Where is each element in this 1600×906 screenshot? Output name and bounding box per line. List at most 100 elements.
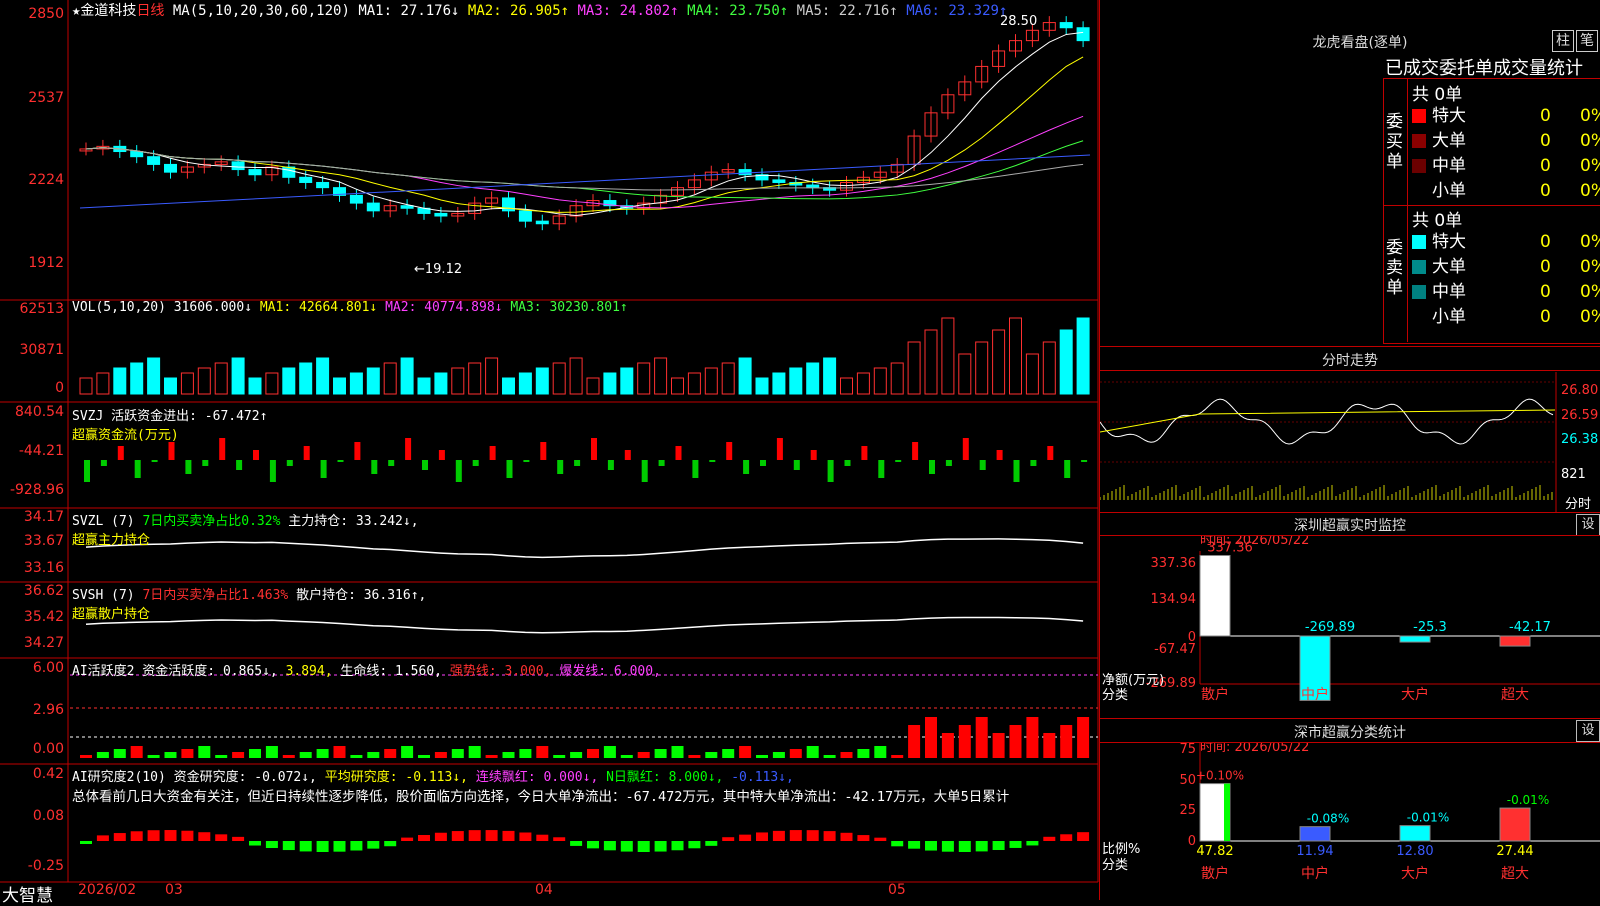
fund-flow-bar — [607, 460, 614, 470]
activity-bar — [1077, 717, 1090, 758]
research-bar — [857, 835, 870, 841]
activity-bar — [502, 752, 515, 758]
fund-flow-bar — [117, 446, 124, 460]
monitor-tick: 337.36 — [1151, 556, 1197, 571]
volume-bar — [586, 377, 600, 395]
research-bar — [739, 834, 752, 841]
candle — [164, 163, 177, 173]
axis-tick-label: -928.96 — [9, 482, 64, 498]
svzj-header: SVZJ 活跃资金进出: -67.472↑ 超赢资金流(万元) — [72, 405, 267, 443]
volume-bar — [738, 357, 752, 395]
fund-flow-bar — [996, 450, 1003, 460]
svsh-ratio: 7日内买卖净占比1.463% — [142, 588, 289, 603]
volume-bar — [316, 357, 330, 395]
fund-flow-bar — [929, 460, 935, 474]
fund-flow-bar — [743, 460, 750, 474]
research-bar — [1043, 836, 1056, 841]
candle — [400, 205, 414, 209]
volume-bar — [823, 357, 837, 395]
order-row: 大单 0 0% — [1412, 129, 1600, 153]
svsh-header: SVSH (7) 7日内买卖净占比1.463% 散户持仓: 36.316↑, 超… — [72, 584, 426, 622]
indicator-value: 31606.000↓ — [173, 300, 253, 315]
research-bar — [316, 841, 329, 852]
activity-bar — [772, 752, 785, 758]
monitor-tick: 134.94 — [1151, 592, 1197, 607]
intraday-tick: 821 — [1561, 467, 1586, 482]
activity-bar — [451, 749, 464, 758]
activity-bar — [249, 749, 261, 758]
vol-title: VOL(5,10,20) — [72, 300, 166, 315]
fund-flow-bar — [793, 460, 800, 470]
order-count: 0 — [1540, 307, 1551, 327]
activity-bar — [1009, 725, 1022, 758]
fund-flow-bar — [422, 460, 428, 470]
activity-bar — [316, 749, 329, 758]
fund-flow-bar — [827, 460, 834, 482]
activity-bar — [756, 755, 768, 758]
fund-flow-bar — [354, 442, 361, 460]
stat-title: 深市超赢分类统计 — [1294, 725, 1406, 741]
volume-bar — [1042, 341, 1056, 395]
tick-mode-button[interactable]: 笔 — [1576, 30, 1598, 52]
volume-bar — [924, 329, 938, 395]
fund-flow-bar — [557, 460, 564, 474]
stat-settings-button[interactable]: 设 — [1576, 720, 1600, 742]
research-bar — [587, 841, 599, 849]
candle — [1059, 22, 1073, 29]
monitor-value: 337.36 — [1207, 541, 1253, 556]
axis-tick-label: 34.27 — [23, 635, 64, 651]
order-stats-tab[interactable]: 已成交委托单成交量统计 — [1385, 54, 1583, 80]
research-bar — [1009, 841, 1022, 848]
fund-flow-bar — [1030, 460, 1037, 466]
research-bar — [603, 841, 616, 851]
candle — [772, 179, 786, 183]
activity-bar — [891, 755, 904, 758]
activity-bar — [688, 755, 701, 758]
research-bar — [451, 831, 464, 841]
research-bar — [519, 832, 532, 841]
candle — [518, 210, 532, 222]
kline-chart-area[interactable] — [0, 0, 1100, 900]
bar-mode-button[interactable]: 柱 — [1552, 30, 1574, 52]
activity-bar — [925, 717, 937, 758]
volume-bar — [299, 362, 313, 395]
axis-tick-label: 0.00 — [32, 741, 64, 757]
candle — [130, 151, 144, 158]
candle — [147, 156, 161, 165]
indicator-value: MA5: 22.716↑ — [788, 3, 898, 19]
activity-bar — [130, 746, 143, 758]
activity-bar — [671, 746, 684, 758]
ma-line — [79, 154, 1091, 209]
order-type: 特大 — [1432, 106, 1466, 126]
research-bar — [502, 830, 515, 841]
activity-bar — [215, 755, 228, 758]
intraday-tick: 26.59 — [1561, 408, 1599, 423]
fund-flow-bar — [962, 438, 969, 460]
fund-flow-bar — [269, 460, 276, 482]
fund-flow-bar — [286, 460, 293, 466]
vol-values: 31606.000↓ MA1: 42664.801↓ MA2: 40774.89… — [174, 300, 628, 315]
order-row: 小单 0 0% — [1412, 305, 1600, 329]
volume-bar — [721, 362, 735, 395]
stock-name[interactable]: ★金道科技 — [72, 3, 136, 19]
volume-bar — [147, 357, 161, 395]
order-percent: 0% — [1580, 106, 1600, 126]
longhu-title: 龙虎看盘(逐单) — [1312, 35, 1408, 51]
volume-bar — [671, 377, 684, 395]
volume-bar — [840, 377, 853, 395]
activity-bar — [840, 752, 853, 758]
order-count: 0 — [1540, 131, 1551, 151]
indicator-value: MA4: 23.750↑ — [678, 3, 789, 19]
intraday-chart[interactable] — [1100, 372, 1600, 512]
axis-tick-label: 0.42 — [32, 766, 64, 782]
volume-bar — [958, 353, 972, 395]
fund-flow-bar — [945, 460, 952, 466]
axis-tick-label: 33.16 — [23, 560, 64, 576]
activity-bar — [992, 733, 1005, 758]
volume-bar — [755, 377, 769, 395]
monitor-bar — [1199, 555, 1231, 637]
fund-flow-bar — [185, 460, 192, 474]
period-label[interactable]: 日线 — [136, 3, 164, 19]
research-bar — [705, 841, 718, 846]
monitor-settings-button[interactable]: 设 — [1576, 514, 1600, 536]
